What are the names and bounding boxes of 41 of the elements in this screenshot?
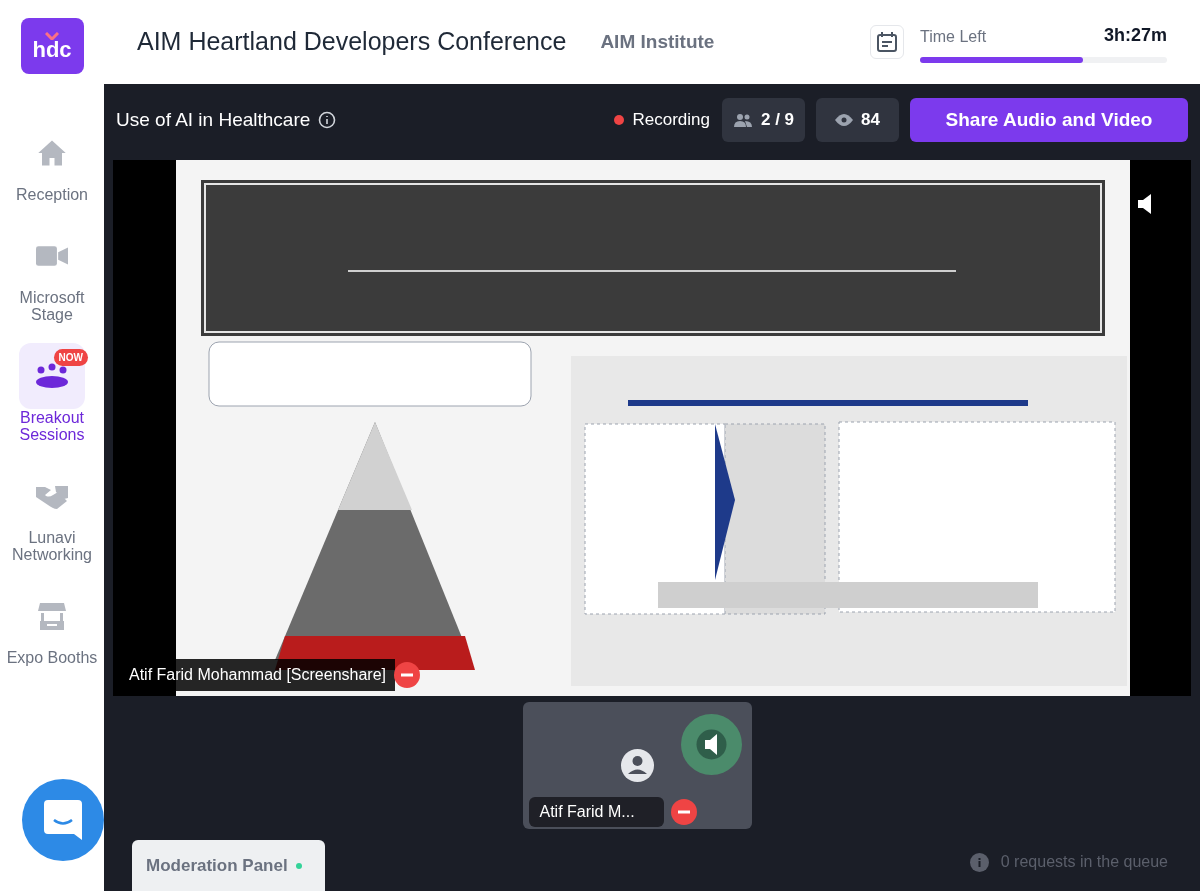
people-icon — [733, 113, 753, 127]
moderation-panel-tab[interactable]: Moderation Panel — [132, 840, 325, 891]
nav-item[interactable]: Microsoft Stage — [0, 223, 104, 323]
viewers-count[interactable]: 84 — [816, 98, 899, 142]
time-left-value: 3h:27m — [1103, 23, 1167, 47]
user-avatar-icon — [620, 749, 654, 782]
time-left-label: Time Left — [920, 26, 987, 47]
recording-label: Recording — [632, 109, 710, 132]
group-icon — [34, 363, 70, 389]
remove-icon[interactable] — [669, 798, 698, 826]
event-title: AIM Heartland Developers Conference — [137, 26, 567, 58]
nav-item[interactable]: Expo Booths — [0, 583, 104, 666]
booth-icon — [38, 601, 66, 631]
calendar-icon — [876, 31, 898, 53]
session-title: Use of AI in Healthcare — [116, 107, 311, 132]
nav-item[interactable]: Lunavi Networking — [0, 463, 104, 563]
calendar-button[interactable] — [870, 25, 904, 59]
share-audio-video-button[interactable]: Share Audio and Video — [910, 98, 1188, 142]
nav-label: Lunavi Networking — [11, 529, 93, 563]
speaker-icon[interactable] — [1138, 194, 1154, 214]
now-badge: NOW — [53, 349, 88, 366]
logo-text: hdc — [32, 38, 72, 61]
logo[interactable]: hdc — [20, 18, 84, 74]
queue-status: 0 requests in the queue — [1000, 852, 1168, 872]
participant-name: Atif Farid M... — [528, 797, 664, 827]
info-icon[interactable] — [318, 111, 337, 129]
organizer-name: AIM Institute — [600, 29, 715, 54]
remove-icon[interactable] — [393, 661, 421, 689]
nav-label: Microsoft Stage — [18, 289, 86, 323]
nav-item[interactable]: NOW Breakout Sessions — [0, 343, 104, 443]
nav-label: Breakout Sessions — [18, 409, 86, 443]
participants-count[interactable]: 2 / 9 — [722, 98, 806, 142]
eye-icon — [835, 114, 854, 126]
home-icon — [37, 139, 67, 167]
nav-label: Expo Booths — [6, 649, 98, 666]
video-camera-icon — [36, 244, 68, 268]
chat-icon — [44, 800, 82, 840]
nav-label: Reception — [15, 186, 88, 203]
info-icon — [969, 852, 989, 872]
speaker-icon[interactable] — [680, 714, 742, 775]
nav-item[interactable]: Reception — [0, 120, 104, 203]
